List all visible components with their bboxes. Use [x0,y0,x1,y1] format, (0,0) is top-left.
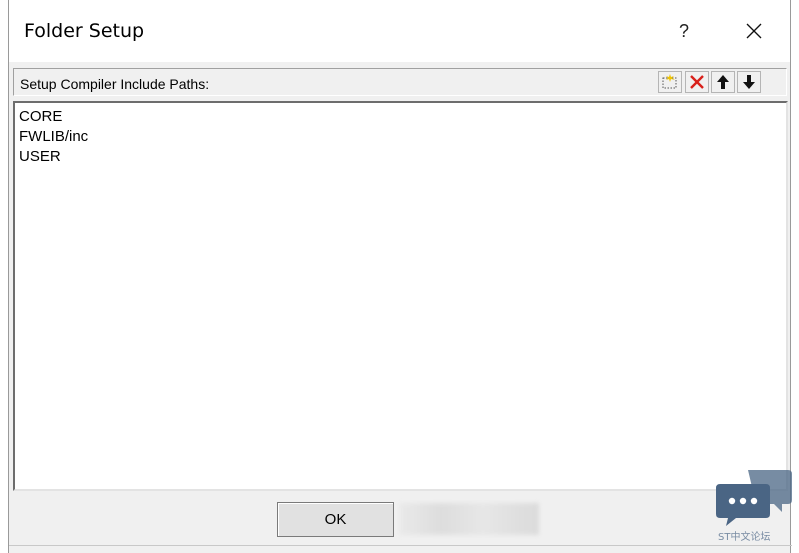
move-down-button[interactable] [737,71,761,93]
watermark: ST中文论坛 [716,466,796,548]
obscured-button [399,503,539,535]
help-button[interactable]: ? [669,16,699,46]
new-folder-button[interactable] [658,71,682,93]
chat-bubble-icon [716,470,792,526]
delete-button[interactable] [685,71,709,93]
dialog-bottom-divider [9,545,792,546]
close-icon [746,23,762,39]
title-bar: Folder Setup ? [9,0,790,62]
include-paths-label: Setup Compiler Include Paths: [20,76,210,92]
watermark-text: ST中文论坛 [718,532,771,543]
new-folder-icon [662,74,677,89]
folder-setup-dialog: Folder Setup ? Setup Compiler Include Pa… [8,0,792,553]
include-paths-list[interactable]: CORE FWLIB/inc USER [13,101,788,491]
list-item[interactable]: USER [15,147,786,167]
close-button[interactable] [736,14,772,48]
ok-button[interactable]: OK [277,502,394,537]
move-up-icon [717,75,729,89]
move-up-button[interactable] [711,71,735,93]
delete-icon [690,75,704,89]
window-title: Folder Setup [24,20,145,42]
list-item[interactable]: FWLIB/inc [15,127,786,147]
move-down-icon [743,75,755,89]
include-paths-header: Setup Compiler Include Paths: [13,68,787,96]
list-item[interactable]: CORE [15,107,786,127]
